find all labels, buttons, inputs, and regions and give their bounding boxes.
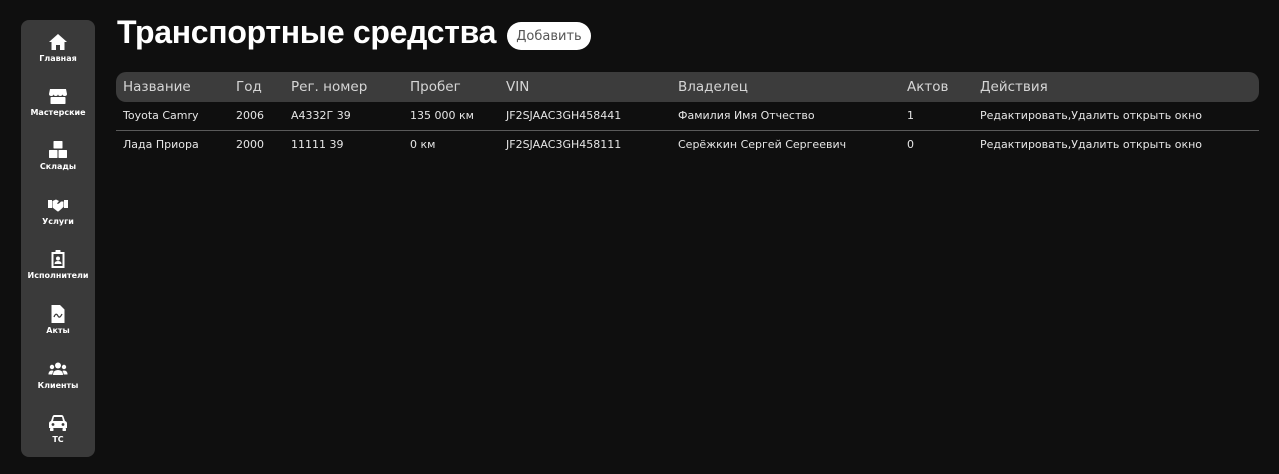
sidebar-item-home[interactable]: Главная: [21, 32, 95, 63]
sidebar: Главная Мастерские Склады Услуги Исполни…: [21, 20, 95, 457]
sidebar-item-executors[interactable]: Исполнители: [21, 249, 95, 280]
sidebar-item-label: Главная: [39, 54, 77, 63]
add-button[interactable]: Добавить: [507, 22, 591, 50]
sidebar-item-label: Услуги: [42, 217, 74, 226]
column-header-name: Название: [123, 79, 191, 95]
sidebar-item-label: Клиенты: [37, 381, 79, 390]
column-header-actions: Действия: [980, 79, 1048, 95]
sidebar-item-acts[interactable]: Акты: [21, 304, 95, 335]
cell-name: Toyota Camry: [123, 109, 199, 122]
handshake-icon: [48, 199, 68, 212]
cell-acts: 0: [907, 138, 914, 151]
cell-actions[interactable]: Редактировать,Удалить открыть окно: [980, 131, 1202, 159]
column-header-year: Год: [236, 79, 262, 95]
cell-reg-number: 11111 39: [291, 138, 344, 151]
cell-reg-number: А4332Г 39: [291, 109, 351, 122]
sidebar-item-clients[interactable]: Клиенты: [21, 359, 95, 390]
table-row: Лада Приора 2000 11111 39 0 км JF2SJAAC3…: [116, 131, 1259, 159]
users-icon: [48, 362, 68, 375]
cell-owner: Серёжкин Сергей Сергеевич: [678, 138, 847, 151]
cell-actions[interactable]: Редактировать,Удалить открыть окно: [980, 102, 1202, 130]
cell-owner: Фамилия Имя Отчество: [678, 109, 815, 122]
sidebar-item-vehicles[interactable]: ТС: [21, 413, 95, 444]
sidebar-item-label: Акты: [46, 326, 70, 335]
cell-name: Лада Приора: [123, 138, 199, 151]
column-header-reg-number: Рег. номер: [291, 79, 368, 95]
store-icon: [49, 89, 67, 104]
column-header-acts: Актов: [907, 79, 949, 95]
column-header-owner: Владелец: [678, 79, 748, 95]
page-title: Транспортные средства: [117, 14, 497, 50]
sidebar-item-label: ТС: [52, 435, 64, 444]
column-header-vin: VIN: [506, 79, 530, 95]
sidebar-item-warehouses[interactable]: Склады: [21, 140, 95, 171]
sidebar-item-services[interactable]: Услуги: [21, 195, 95, 226]
cell-mileage: 0 км: [410, 138, 436, 151]
cell-mileage: 135 000 км: [410, 109, 474, 122]
sidebar-item-label: Мастерские: [30, 108, 86, 117]
car-icon: [49, 415, 67, 431]
table-header: Название Год Рег. номер Пробег VIN Владе…: [116, 72, 1259, 102]
cell-vin: JF2SJAAC3GH458441: [506, 109, 622, 122]
sidebar-item-label: Исполнители: [27, 271, 89, 280]
sidebar-item-label: Склады: [39, 162, 77, 171]
boxes-icon: [49, 141, 67, 158]
cell-vin: JF2SJAAC3GH458111: [506, 138, 622, 151]
vehicles-table: Название Год Рег. номер Пробег VIN Владе…: [116, 72, 1259, 159]
home-icon: [49, 34, 67, 50]
column-header-mileage: Пробег: [410, 79, 461, 95]
cell-acts: 1: [907, 109, 914, 122]
sidebar-item-workshops[interactable]: Мастерские: [21, 86, 95, 117]
document-icon: [51, 305, 65, 323]
table-row: Toyota Camry 2006 А4332Г 39 135 000 км J…: [116, 102, 1259, 131]
cell-year: 2000: [236, 138, 264, 151]
id-badge-icon: [51, 250, 65, 268]
cell-year: 2006: [236, 109, 264, 122]
